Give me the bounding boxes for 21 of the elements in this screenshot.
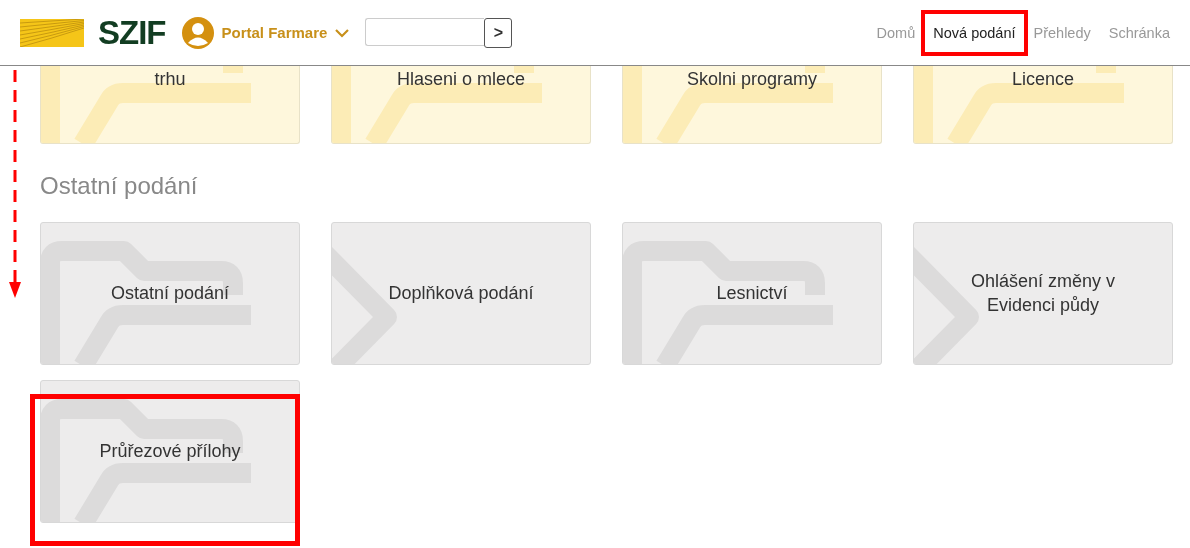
logo-text[interactable]: SZIF: [98, 13, 166, 52]
category-tile[interactable]: Licence: [913, 66, 1173, 144]
folder-icon: [332, 66, 542, 143]
category-tile[interactable]: Hlaseni o mlece: [331, 66, 591, 144]
folder-icon: [41, 66, 251, 143]
folder-icon: [914, 66, 1124, 143]
search-button[interactable]: >: [484, 17, 513, 48]
folder-icon: [623, 66, 833, 143]
category-tile[interactable]: Skolni programy: [622, 66, 882, 144]
caret-icon: [335, 27, 350, 38]
category-tile[interactable]: Ohlášení změny v Evidenci půdy: [913, 222, 1173, 365]
category-tile[interactable]: Průřezové přílohy: [40, 380, 300, 523]
nav-link[interactable]: Nová podání: [931, 20, 1018, 45]
section-heading: Ostatní podání: [40, 172, 199, 201]
category-tile[interactable]: Lesnictví: [622, 222, 882, 365]
category-tile[interactable]: Ostatní podání: [40, 222, 300, 365]
field-stripes-icon: [20, 18, 84, 47]
search-field[interactable]: [365, 17, 485, 46]
user-icon: [181, 16, 214, 49]
category-tile[interactable]: Doplňková podání: [331, 222, 591, 365]
category-tile[interactable]: trhu: [40, 66, 300, 144]
